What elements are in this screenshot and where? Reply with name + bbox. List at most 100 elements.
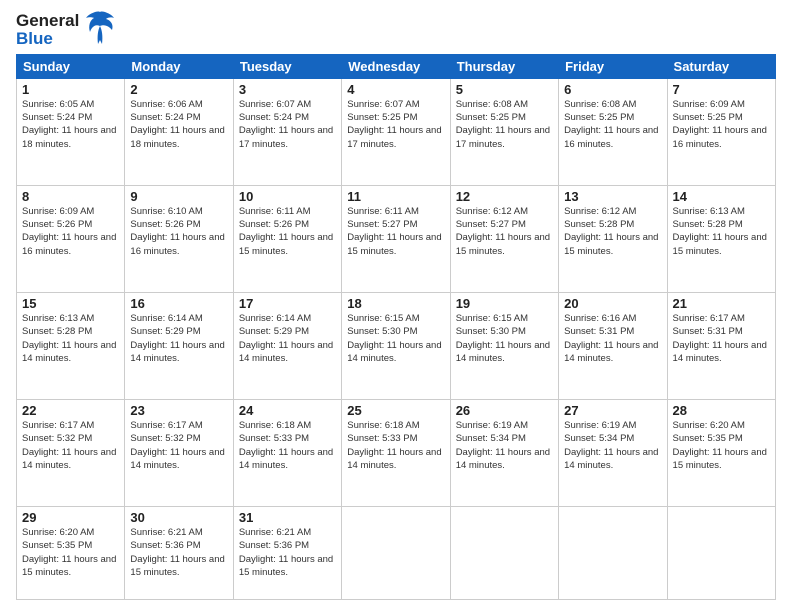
- day-number: 29: [22, 510, 119, 525]
- calendar-header-row: SundayMondayTuesdayWednesdayThursdayFrid…: [17, 54, 776, 78]
- calendar-day-27: 27Sunrise: 6:19 AMSunset: 5:34 PMDayligh…: [559, 400, 667, 507]
- day-info: Sunrise: 6:18 AMSunset: 5:33 PMDaylight:…: [239, 419, 336, 472]
- day-number: 5: [456, 82, 553, 97]
- col-header-thursday: Thursday: [450, 54, 558, 78]
- day-number: 23: [130, 403, 227, 418]
- calendar-day-16: 16Sunrise: 6:14 AMSunset: 5:29 PMDayligh…: [125, 292, 233, 399]
- day-number: 30: [130, 510, 227, 525]
- day-number: 22: [22, 403, 119, 418]
- calendar-week-1: 1Sunrise: 6:05 AMSunset: 5:24 PMDaylight…: [17, 78, 776, 185]
- day-info: Sunrise: 6:20 AMSunset: 5:35 PMDaylight:…: [673, 419, 770, 472]
- day-info: Sunrise: 6:19 AMSunset: 5:34 PMDaylight:…: [456, 419, 553, 472]
- calendar-day-1: 1Sunrise: 6:05 AMSunset: 5:24 PMDaylight…: [17, 78, 125, 185]
- calendar-day-21: 21Sunrise: 6:17 AMSunset: 5:31 PMDayligh…: [667, 292, 775, 399]
- day-number: 2: [130, 82, 227, 97]
- calendar-day-14: 14Sunrise: 6:13 AMSunset: 5:28 PMDayligh…: [667, 185, 775, 292]
- day-info: Sunrise: 6:12 AMSunset: 5:27 PMDaylight:…: [456, 205, 553, 258]
- day-number: 8: [22, 189, 119, 204]
- day-number: 3: [239, 82, 336, 97]
- day-number: 19: [456, 296, 553, 311]
- calendar-day-5: 5Sunrise: 6:08 AMSunset: 5:25 PMDaylight…: [450, 78, 558, 185]
- day-info: Sunrise: 6:21 AMSunset: 5:36 PMDaylight:…: [130, 526, 227, 579]
- calendar-day-7: 7Sunrise: 6:09 AMSunset: 5:25 PMDaylight…: [667, 78, 775, 185]
- calendar-empty: [342, 507, 450, 600]
- day-number: 18: [347, 296, 444, 311]
- calendar-empty: [450, 507, 558, 600]
- logo-blue: Blue: [16, 30, 79, 48]
- calendar-day-4: 4Sunrise: 6:07 AMSunset: 5:25 PMDaylight…: [342, 78, 450, 185]
- day-info: Sunrise: 6:16 AMSunset: 5:31 PMDaylight:…: [564, 312, 661, 365]
- calendar-day-2: 2Sunrise: 6:06 AMSunset: 5:24 PMDaylight…: [125, 78, 233, 185]
- day-number: 26: [456, 403, 553, 418]
- day-info: Sunrise: 6:09 AMSunset: 5:25 PMDaylight:…: [673, 98, 770, 151]
- calendar-day-30: 30Sunrise: 6:21 AMSunset: 5:36 PMDayligh…: [125, 507, 233, 600]
- day-number: 9: [130, 189, 227, 204]
- day-number: 27: [564, 403, 661, 418]
- calendar-day-11: 11Sunrise: 6:11 AMSunset: 5:27 PMDayligh…: [342, 185, 450, 292]
- day-number: 15: [22, 296, 119, 311]
- day-info: Sunrise: 6:17 AMSunset: 5:31 PMDaylight:…: [673, 312, 770, 365]
- header: General Blue: [16, 12, 776, 48]
- col-header-saturday: Saturday: [667, 54, 775, 78]
- day-info: Sunrise: 6:19 AMSunset: 5:34 PMDaylight:…: [564, 419, 661, 472]
- col-header-monday: Monday: [125, 54, 233, 78]
- day-number: 14: [673, 189, 770, 204]
- logo-bird-icon: [84, 10, 116, 46]
- day-info: Sunrise: 6:14 AMSunset: 5:29 PMDaylight:…: [130, 312, 227, 365]
- day-number: 11: [347, 189, 444, 204]
- day-info: Sunrise: 6:14 AMSunset: 5:29 PMDaylight:…: [239, 312, 336, 365]
- col-header-sunday: Sunday: [17, 54, 125, 78]
- calendar-day-29: 29Sunrise: 6:20 AMSunset: 5:35 PMDayligh…: [17, 507, 125, 600]
- calendar-day-22: 22Sunrise: 6:17 AMSunset: 5:32 PMDayligh…: [17, 400, 125, 507]
- day-info: Sunrise: 6:08 AMSunset: 5:25 PMDaylight:…: [564, 98, 661, 151]
- calendar-day-23: 23Sunrise: 6:17 AMSunset: 5:32 PMDayligh…: [125, 400, 233, 507]
- calendar-day-26: 26Sunrise: 6:19 AMSunset: 5:34 PMDayligh…: [450, 400, 558, 507]
- day-number: 28: [673, 403, 770, 418]
- day-info: Sunrise: 6:06 AMSunset: 5:24 PMDaylight:…: [130, 98, 227, 151]
- day-number: 31: [239, 510, 336, 525]
- day-number: 17: [239, 296, 336, 311]
- calendar-day-28: 28Sunrise: 6:20 AMSunset: 5:35 PMDayligh…: [667, 400, 775, 507]
- calendar-week-5: 29Sunrise: 6:20 AMSunset: 5:35 PMDayligh…: [17, 507, 776, 600]
- calendar-day-3: 3Sunrise: 6:07 AMSunset: 5:24 PMDaylight…: [233, 78, 341, 185]
- day-info: Sunrise: 6:13 AMSunset: 5:28 PMDaylight:…: [673, 205, 770, 258]
- calendar-day-31: 31Sunrise: 6:21 AMSunset: 5:36 PMDayligh…: [233, 507, 341, 600]
- logo: General Blue: [16, 12, 116, 48]
- day-info: Sunrise: 6:20 AMSunset: 5:35 PMDaylight:…: [22, 526, 119, 579]
- day-info: Sunrise: 6:17 AMSunset: 5:32 PMDaylight:…: [130, 419, 227, 472]
- day-info: Sunrise: 6:17 AMSunset: 5:32 PMDaylight:…: [22, 419, 119, 472]
- day-number: 4: [347, 82, 444, 97]
- col-header-tuesday: Tuesday: [233, 54, 341, 78]
- calendar-day-17: 17Sunrise: 6:14 AMSunset: 5:29 PMDayligh…: [233, 292, 341, 399]
- col-header-wednesday: Wednesday: [342, 54, 450, 78]
- calendar-empty: [667, 507, 775, 600]
- day-number: 6: [564, 82, 661, 97]
- day-info: Sunrise: 6:18 AMSunset: 5:33 PMDaylight:…: [347, 419, 444, 472]
- day-info: Sunrise: 6:08 AMSunset: 5:25 PMDaylight:…: [456, 98, 553, 151]
- calendar-empty: [559, 507, 667, 600]
- col-header-friday: Friday: [559, 54, 667, 78]
- calendar-day-12: 12Sunrise: 6:12 AMSunset: 5:27 PMDayligh…: [450, 185, 558, 292]
- day-number: 21: [673, 296, 770, 311]
- day-info: Sunrise: 6:05 AMSunset: 5:24 PMDaylight:…: [22, 98, 119, 151]
- day-number: 1: [22, 82, 119, 97]
- day-number: 24: [239, 403, 336, 418]
- day-info: Sunrise: 6:12 AMSunset: 5:28 PMDaylight:…: [564, 205, 661, 258]
- calendar-week-2: 8Sunrise: 6:09 AMSunset: 5:26 PMDaylight…: [17, 185, 776, 292]
- page: General Blue SundayMondayTuesdayWednesda…: [0, 0, 792, 612]
- calendar-day-24: 24Sunrise: 6:18 AMSunset: 5:33 PMDayligh…: [233, 400, 341, 507]
- day-number: 13: [564, 189, 661, 204]
- calendar-day-15: 15Sunrise: 6:13 AMSunset: 5:28 PMDayligh…: [17, 292, 125, 399]
- day-info: Sunrise: 6:09 AMSunset: 5:26 PMDaylight:…: [22, 205, 119, 258]
- calendar-table: SundayMondayTuesdayWednesdayThursdayFrid…: [16, 54, 776, 600]
- calendar-day-10: 10Sunrise: 6:11 AMSunset: 5:26 PMDayligh…: [233, 185, 341, 292]
- logo-general: General: [16, 12, 79, 30]
- day-info: Sunrise: 6:21 AMSunset: 5:36 PMDaylight:…: [239, 526, 336, 579]
- day-info: Sunrise: 6:15 AMSunset: 5:30 PMDaylight:…: [347, 312, 444, 365]
- day-info: Sunrise: 6:07 AMSunset: 5:24 PMDaylight:…: [239, 98, 336, 151]
- day-number: 7: [673, 82, 770, 97]
- calendar-day-13: 13Sunrise: 6:12 AMSunset: 5:28 PMDayligh…: [559, 185, 667, 292]
- calendar-day-20: 20Sunrise: 6:16 AMSunset: 5:31 PMDayligh…: [559, 292, 667, 399]
- calendar-week-3: 15Sunrise: 6:13 AMSunset: 5:28 PMDayligh…: [17, 292, 776, 399]
- day-info: Sunrise: 6:15 AMSunset: 5:30 PMDaylight:…: [456, 312, 553, 365]
